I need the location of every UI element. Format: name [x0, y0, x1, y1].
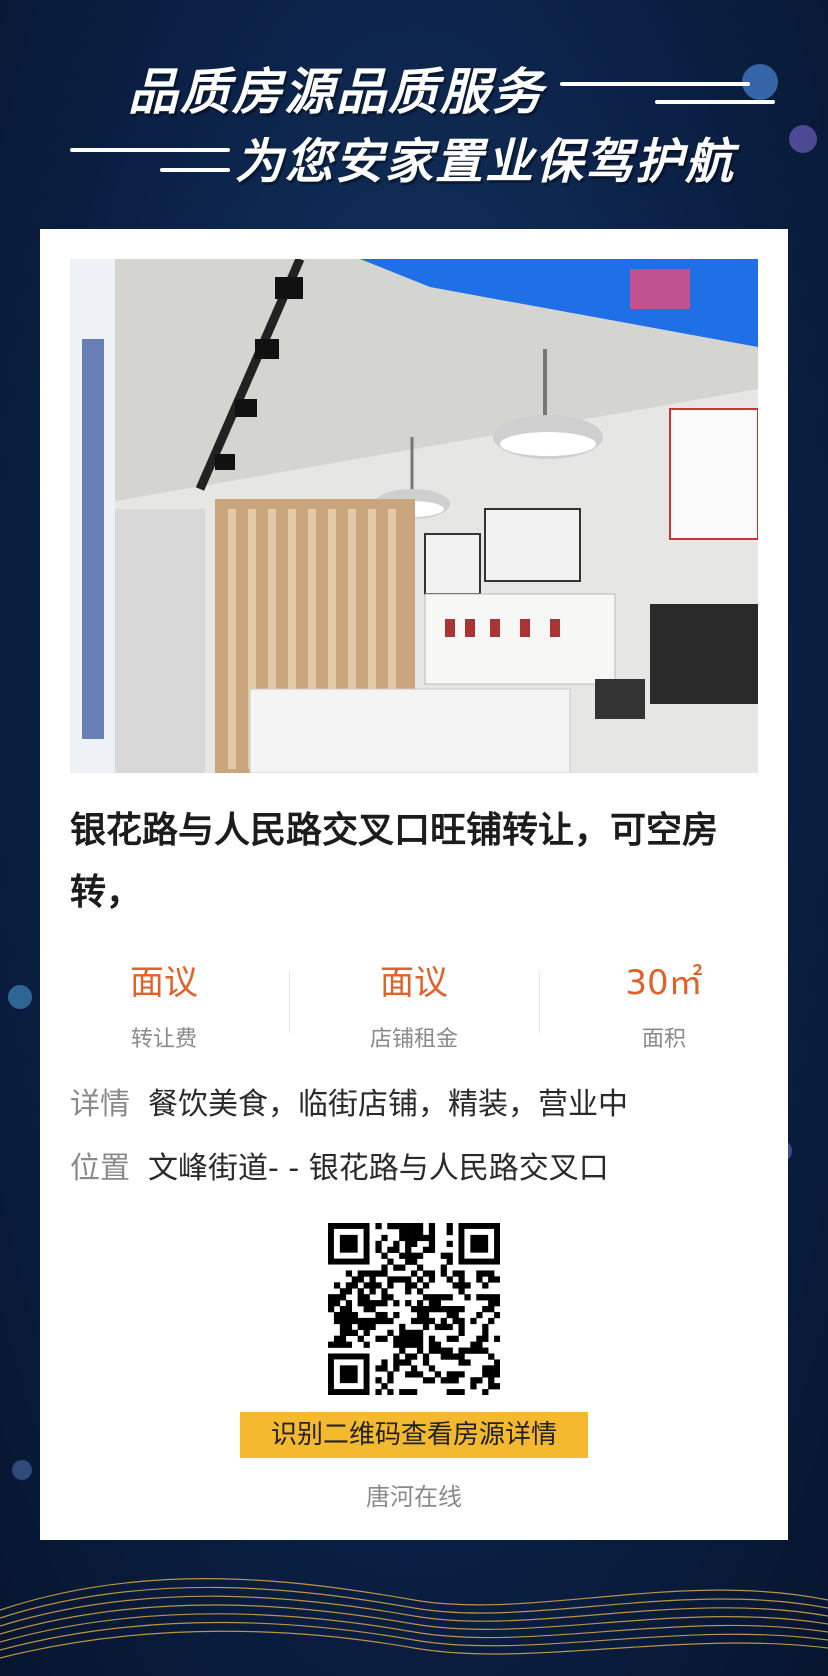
slogan-stroke: [160, 168, 230, 172]
location-key: 位置: [70, 1151, 130, 1186]
slogan-line-1: 品质房源品质服务: [128, 63, 544, 121]
slogan-header: 品质房源品质服务 为您安家置业保驾护航: [0, 30, 828, 210]
transfer-fee-label: 转让费: [130, 1027, 197, 1052]
area-value: 30㎡: [625, 963, 703, 1003]
location-value: 文峰街道- - 银花路与人民路交叉口: [148, 1151, 609, 1186]
gold-wave-decoration: [0, 1578, 828, 1659]
slogan-stroke: [70, 148, 230, 152]
bokeh-light: [8, 985, 32, 1009]
area-stat: 30㎡ 面积: [540, 959, 788, 1053]
listing-card: 银花路与人民路交叉口旺铺转让，可空房转， 面议 转让费 面议 店铺租金 30㎡ …: [40, 229, 788, 1540]
location-row: 位置 文峰街道- - 银花路与人民路交叉口: [70, 1143, 609, 1187]
transfer-fee-stat: 面议 转让费: [40, 959, 288, 1053]
listing-title: 银花路与人民路交叉口旺铺转让，可空房转，: [70, 810, 719, 913]
qr-caption: 识别二维码查看房源详情: [240, 1412, 588, 1458]
shop-photo: [70, 259, 758, 773]
shop-rent-value: 面议: [380, 963, 448, 1003]
qr-code-graphic: [328, 1223, 501, 1396]
slogan-line-2: 为您安家置业保驾护航: [235, 134, 736, 190]
qr-code[interactable]: [328, 1223, 501, 1396]
shop-rent-stat: 面议 店铺租金: [290, 959, 538, 1053]
details-row: 详情 餐饮美食，临街店铺，精装，营业中: [70, 1079, 628, 1123]
details-value: 餐饮美食，临街店铺，精装，营业中: [148, 1087, 628, 1122]
bokeh-light: [12, 1460, 32, 1480]
source-label: 唐河在线: [366, 1483, 462, 1511]
area-label: 面积: [641, 1027, 686, 1052]
details-key: 详情: [70, 1087, 130, 1122]
slogan-stroke: [655, 100, 775, 104]
slogan-stroke: [560, 82, 750, 86]
transfer-fee-value: 面议: [130, 963, 198, 1003]
shop-rent-label: 店铺租金: [369, 1027, 458, 1052]
shop-interior-illustration: [70, 259, 758, 773]
